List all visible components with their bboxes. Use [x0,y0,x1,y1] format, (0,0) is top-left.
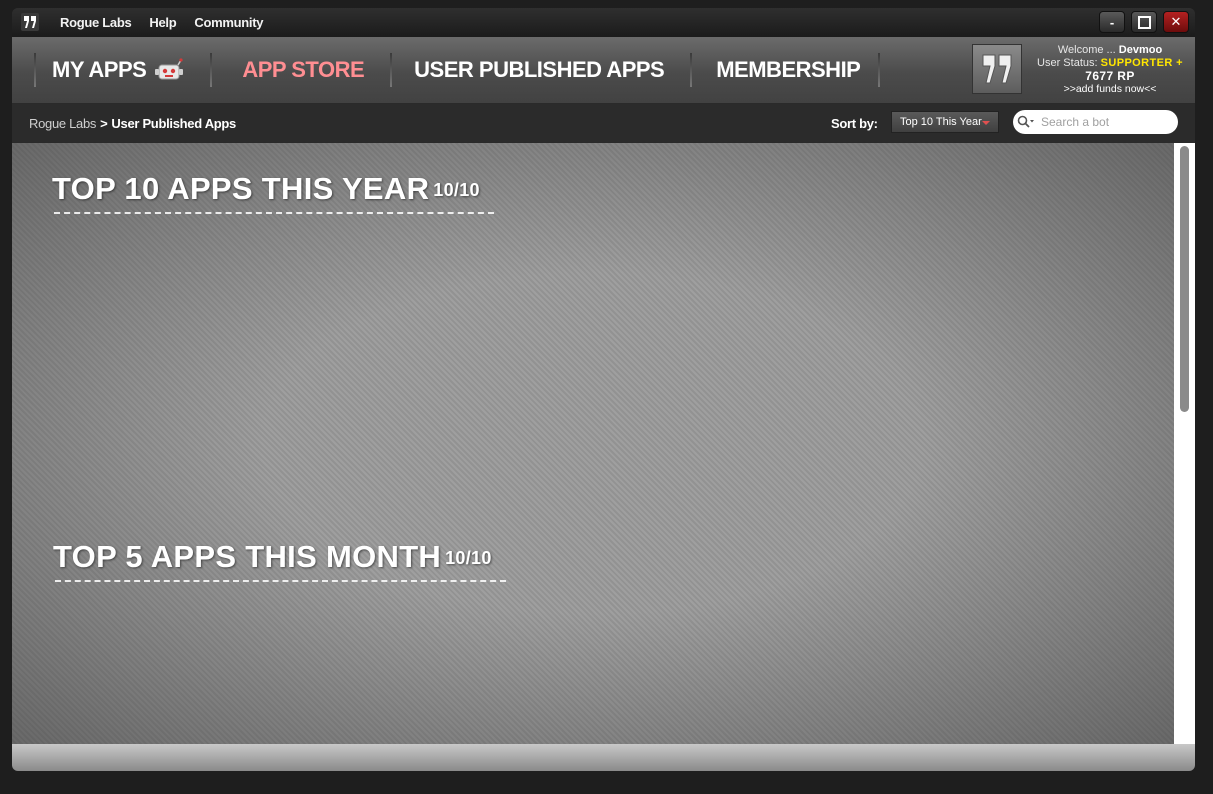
search-icon[interactable] [1013,110,1039,134]
search-input[interactable] [1039,114,1163,130]
tab-user-published-apps-label: USER PUBLISHED APPS [414,57,665,82]
section-count: 10/10 [445,548,492,568]
section-title-text: TOP 5 APPS THIS MONTH [53,539,442,574]
main-nav: MY APPS APP STORE USER PUBLISHED APPS ME… [12,37,1195,104]
status-bar [12,744,1195,771]
tab-my-apps[interactable]: MY APPS [36,37,210,103]
menu-item-community[interactable]: Community [194,15,263,30]
app-list-content[interactable]: TOP 10 APPS THIS YEAR 10/10 TOP 5 APPS TH… [12,143,1174,744]
user-info: Welcome ... Devmoo User Status: SUPPORTE… [1030,44,1190,96]
tab-my-apps-label: MY APPS [52,57,147,82]
add-funds-link[interactable]: >>add funds now<< [1030,83,1190,96]
rogue-labs-logo-icon [21,13,39,31]
breadcrumb-separator: > [100,115,108,131]
tab-membership-label: MEMBERSHIP [716,57,861,82]
breadcrumb: Rogue Labs > User Published Apps [29,104,236,142]
sort-dropdown[interactable]: Top 10 This Year [891,111,999,133]
chevron-down-icon [982,121,990,125]
menu-item-help[interactable]: Help [149,15,176,30]
tab-app-store[interactable]: APP STORE [212,37,390,103]
welcome-line: Welcome ... Devmoo [1030,44,1190,57]
app-window: Rogue Labs Help Community - ✕ MY APPS AP… [12,8,1195,771]
tab-membership[interactable]: MEMBERSHIP [692,37,878,103]
rogue-labs-avatar-icon [982,54,1012,84]
status-badge: SUPPORTER + [1100,57,1183,69]
username: Devmoo [1118,44,1163,56]
sort-selected-value: Top 10 This Year [900,116,982,128]
breadcrumb-current: User Published Apps [111,115,236,131]
nav-tabs: MY APPS APP STORE USER PUBLISHED APPS ME… [34,37,881,103]
rp-balance: 7677 RP [1085,69,1135,83]
close-button[interactable]: ✕ [1163,11,1189,33]
minimize-button[interactable]: - [1099,11,1125,33]
section-divider [54,212,494,214]
section-title-text: TOP 10 APPS THIS YEAR [52,171,430,206]
tab-app-store-label: APP STORE [242,57,365,82]
welcome-label: Welcome ... [1057,44,1116,56]
sort-label: Sort by: [831,115,878,131]
status-label: User Status: [1037,57,1098,69]
section-divider [55,580,506,582]
robot-icon [155,58,184,80]
toolbar: Rogue Labs > User Published Apps Sort by… [12,104,1195,142]
title-bar[interactable]: Rogue Labs Help Community - ✕ [12,8,1195,38]
nav-divider [878,53,881,87]
title-menu: Rogue Labs Help Community [60,8,264,37]
minimize-icon: - [1109,14,1115,30]
search-box[interactable] [1013,110,1178,134]
avatar[interactable] [972,44,1022,94]
breadcrumb-root[interactable]: Rogue Labs [29,116,96,131]
maximize-button[interactable] [1131,11,1157,33]
tab-user-published-apps[interactable]: USER PUBLISHED APPS [392,37,690,103]
scrollbar-thumb[interactable] [1180,146,1189,412]
section-count: 10/10 [433,180,480,200]
close-icon: ✕ [1170,14,1182,29]
section-title-top-month: TOP 5 APPS THIS MONTH 10/10 [53,539,506,582]
window-controls: - ✕ [1099,11,1189,33]
menu-item-rogue-labs[interactable]: Rogue Labs [60,15,132,30]
section-title-top-year: TOP 10 APPS THIS YEAR 10/10 [52,171,494,214]
maximize-icon [1137,15,1151,29]
